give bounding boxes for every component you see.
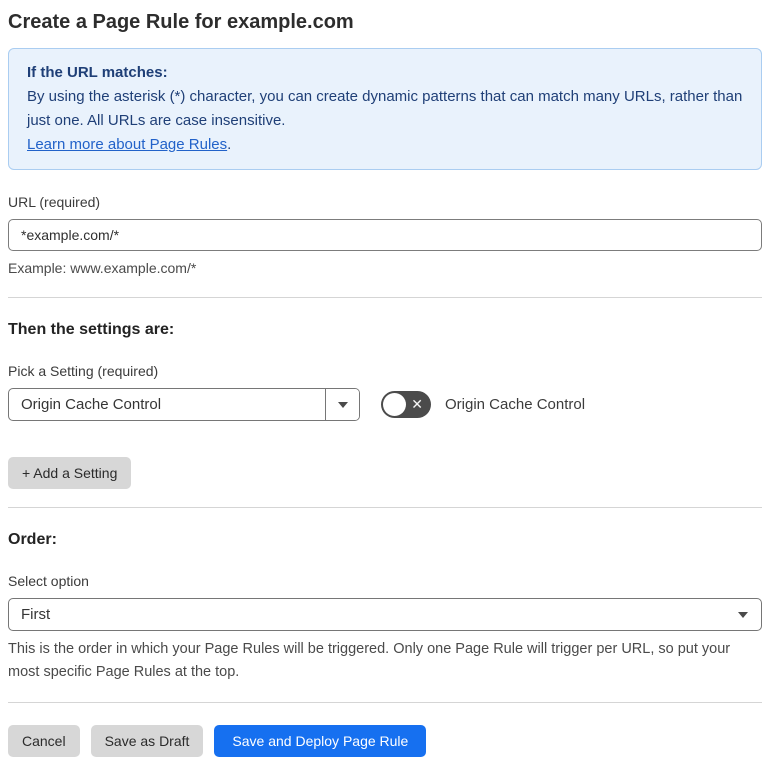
x-icon: ✕ bbox=[411, 396, 423, 412]
origin-cache-control-toggle[interactable]: ✕ bbox=[381, 391, 431, 418]
url-example-helper: Example: www.example.com/* bbox=[8, 260, 197, 276]
url-field-label: URL (required) bbox=[8, 194, 101, 210]
toggle-knob bbox=[383, 393, 406, 416]
order-section-heading: Order: bbox=[8, 531, 57, 548]
toggle-caption: Origin Cache Control bbox=[445, 396, 586, 413]
save-and-deploy-button[interactable]: Save and Deploy Page Rule bbox=[214, 725, 427, 757]
pick-setting-label: Pick a Setting (required) bbox=[8, 363, 159, 379]
order-select-value: First bbox=[21, 606, 51, 623]
url-input[interactable] bbox=[8, 219, 762, 251]
save-as-draft-button[interactable]: Save as Draft bbox=[90, 725, 204, 757]
chevron-down-icon bbox=[337, 401, 348, 408]
info-box-heading: If the URL matches: bbox=[27, 64, 168, 81]
select-option-label: Select option bbox=[8, 573, 89, 589]
settings-section-heading: Then the settings are: bbox=[8, 321, 175, 338]
order-helper-text: This is the order in which your Page Rul… bbox=[8, 641, 731, 680]
info-link-suffix: . bbox=[227, 136, 232, 153]
url-match-info-box: If the URL matches: By using the asteris… bbox=[8, 48, 762, 170]
learn-more-link[interactable]: Learn more about Page Rules bbox=[27, 136, 227, 153]
footer-actions: Cancel Save as Draft Save and Deploy Pag… bbox=[8, 725, 762, 757]
setting-dropdown-arrow-button[interactable] bbox=[325, 389, 359, 420]
add-setting-button[interactable]: + Add a Setting bbox=[8, 457, 132, 489]
setting-row: Origin Cache Control ✕ Origin Cache Cont… bbox=[8, 388, 762, 421]
setting-dropdown-value: Origin Cache Control bbox=[21, 396, 162, 413]
divider bbox=[8, 507, 762, 508]
divider bbox=[8, 297, 762, 298]
cancel-button[interactable]: Cancel bbox=[8, 725, 80, 757]
chevron-down-icon bbox=[738, 612, 748, 618]
info-box-body: By using the asterisk (*) character, you… bbox=[27, 88, 743, 129]
order-select[interactable]: First bbox=[8, 598, 762, 631]
page-title: Create a Page Rule for example.com bbox=[8, 11, 354, 33]
setting-dropdown[interactable]: Origin Cache Control bbox=[8, 388, 360, 421]
divider bbox=[8, 702, 762, 703]
